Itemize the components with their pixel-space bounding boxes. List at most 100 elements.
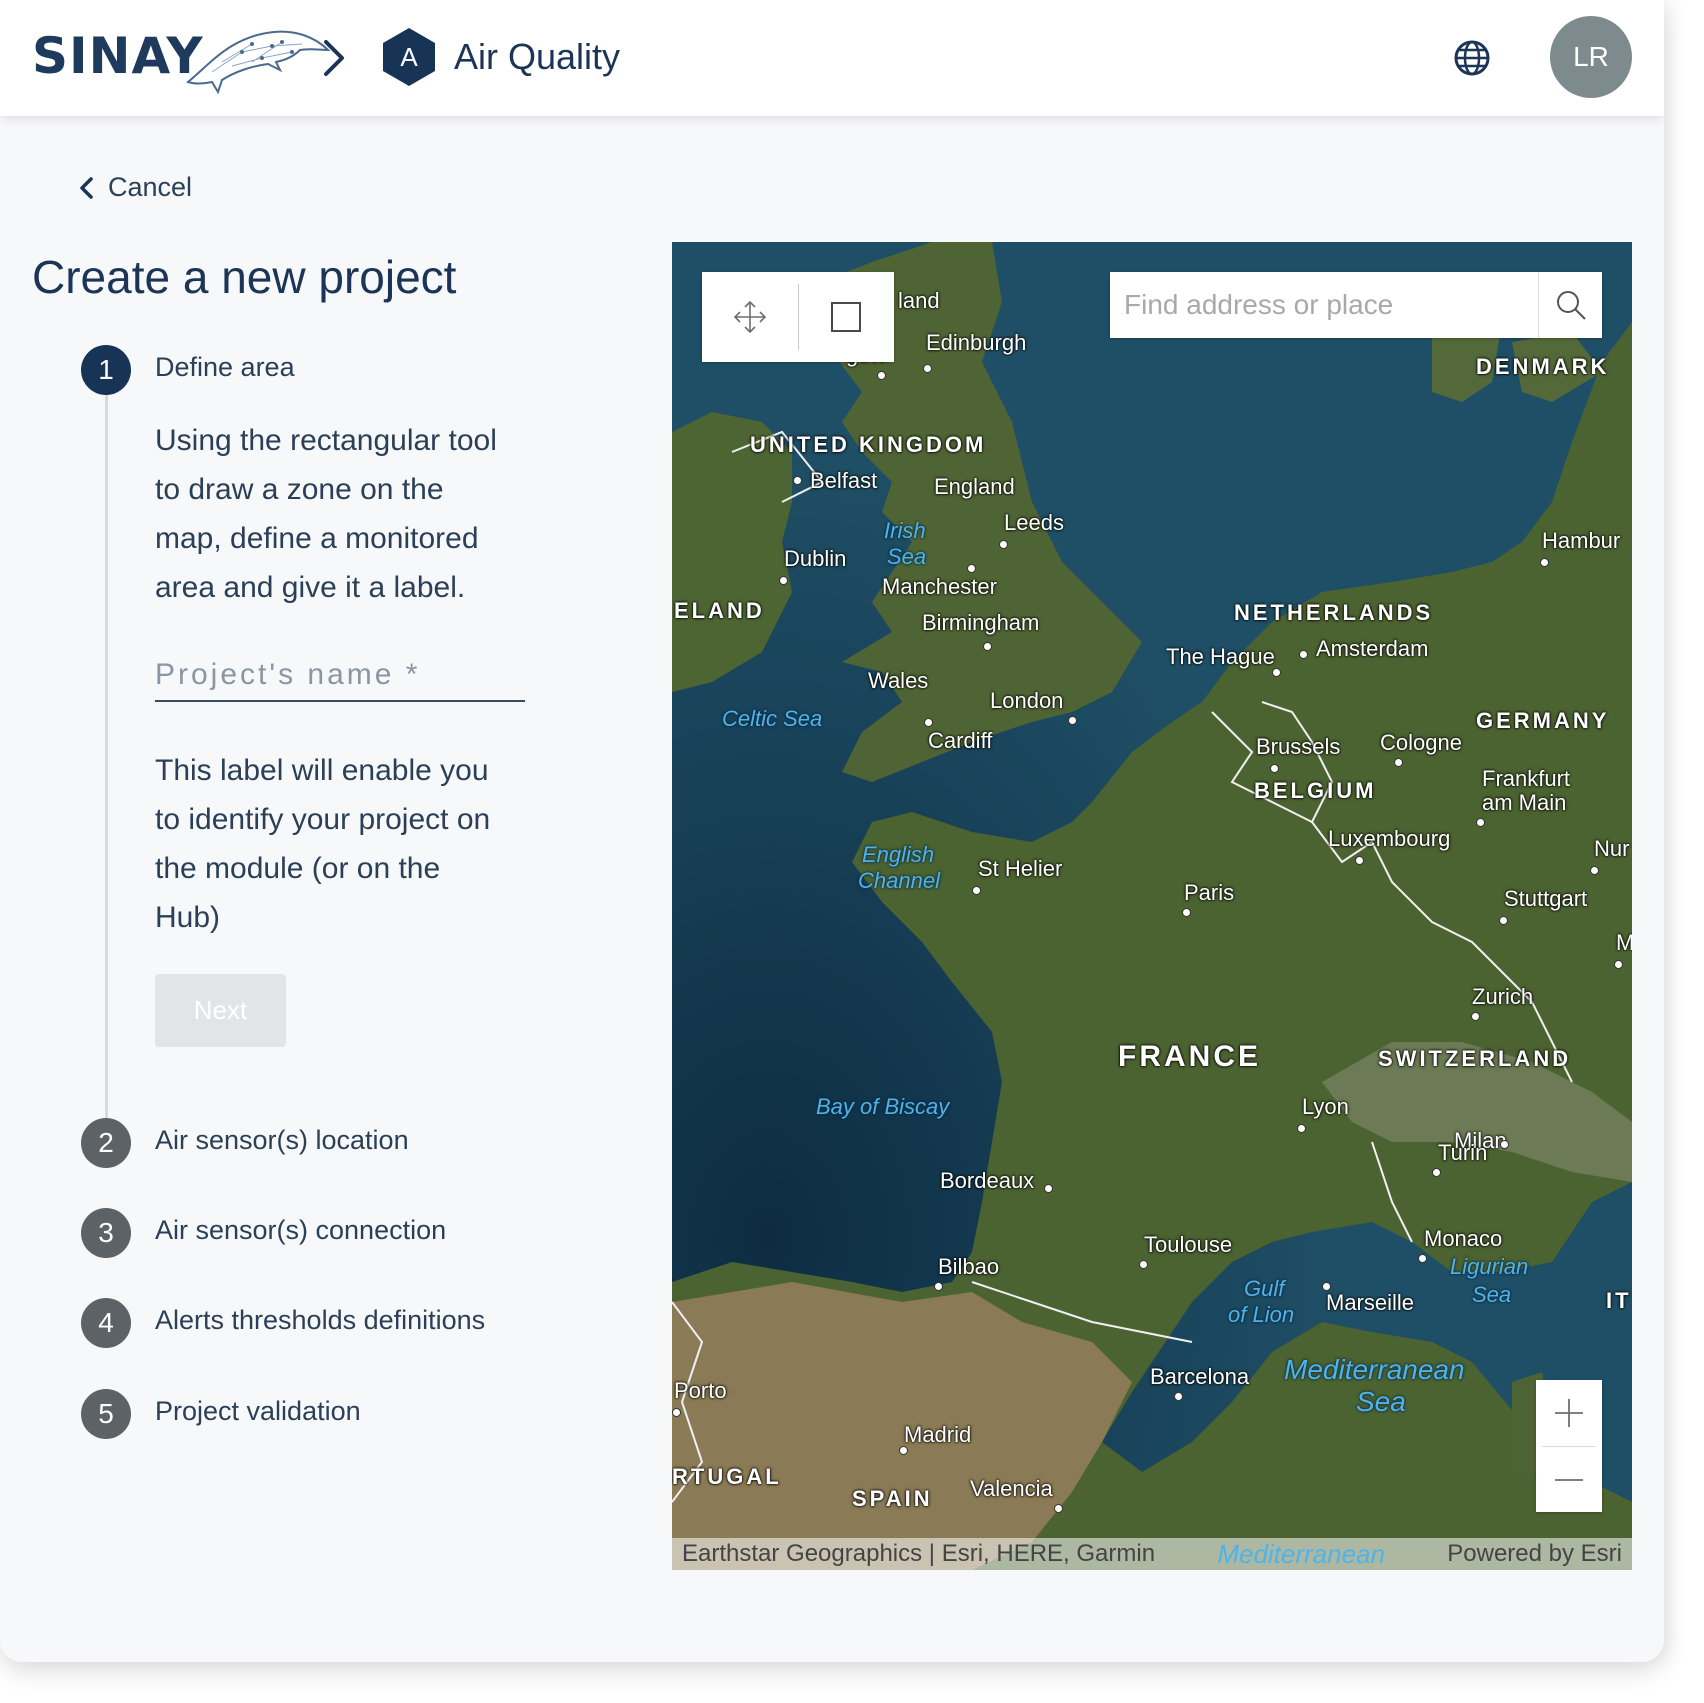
powered-by-link[interactable]: Powered by Esri <box>1447 1540 1622 1568</box>
cancel-link[interactable]: Cancel <box>78 172 192 203</box>
map-label: Lyon <box>1302 1094 1349 1119</box>
map-label: Sea <box>1472 1282 1512 1307</box>
draw-toolbar <box>702 272 894 362</box>
map-label: Paris <box>1184 880 1235 905</box>
help-line: This label will enable you <box>155 754 489 787</box>
city-dot <box>793 476 802 485</box>
map-label: am Main <box>1482 790 1567 815</box>
city-dot <box>877 371 886 380</box>
pan-icon <box>733 300 766 334</box>
map-label: RTUGAL <box>672 1464 782 1489</box>
next-button[interactable]: Next <box>155 974 286 1047</box>
city-dot <box>934 1282 943 1291</box>
city-dot <box>672 1408 681 1417</box>
module-badge-letter: A <box>400 42 418 72</box>
map-label: ELAND <box>674 598 765 623</box>
description-line: area and give it a label. <box>155 571 466 604</box>
map-label: Cologne <box>1380 730 1462 755</box>
map-label: Sea <box>1356 1386 1406 1417</box>
map-label: Valencia <box>970 1476 1053 1501</box>
description-line: map, define a monitored <box>155 522 479 555</box>
city-dot <box>1540 558 1549 567</box>
map-label: Nur <box>1594 836 1630 861</box>
city-dot <box>1054 1504 1063 1513</box>
step-5-number: 5 <box>81 1389 131 1439</box>
map-label: Bordeaux <box>940 1168 1035 1193</box>
city-dot <box>1270 764 1279 773</box>
dolphin-logo-icon <box>185 30 331 94</box>
stepper-line <box>105 390 108 1130</box>
map-label: St Helier <box>978 856 1063 881</box>
map-label: Ligurian <box>1450 1254 1529 1279</box>
map-label: SWITZERLAND <box>1378 1046 1572 1071</box>
map-label: Marseille <box>1326 1290 1415 1315</box>
help-line: Hub) <box>155 901 221 934</box>
map-label: Hambur <box>1542 528 1621 553</box>
map-attribution: Earthstar Geographics | Esri, HERE, Garm… <box>672 1538 1632 1570</box>
step-1-number: 1 <box>81 345 131 395</box>
search-icon <box>1556 291 1586 320</box>
map-label: BELGIUM <box>1254 778 1377 803</box>
map-label: Celtic Sea <box>722 706 823 731</box>
module-title[interactable]: Air Quality <box>454 36 620 78</box>
map-label: Porto <box>674 1378 727 1403</box>
map-label: Belfast <box>810 468 878 493</box>
city-dot <box>924 718 933 727</box>
project-name-input[interactable] <box>155 650 525 702</box>
city-dot <box>779 576 788 585</box>
map-label: Sea <box>887 544 927 569</box>
city-dot <box>1394 758 1403 767</box>
map-label: The Hague <box>1166 644 1275 669</box>
map-label: Luxembourg <box>1328 826 1451 851</box>
map-label: IT <box>1606 1288 1632 1313</box>
cancel-label: Cancel <box>108 172 193 202</box>
minus-icon <box>1555 1479 1583 1481</box>
city-dot <box>972 886 981 895</box>
breadcrumb-chevron-icon <box>324 40 344 76</box>
step-3-number: 3 <box>81 1208 131 1258</box>
sinay-logo[interactable]: SINAY <box>32 18 331 94</box>
map-label: Brussels <box>1256 734 1341 759</box>
map-label: Bay of Biscay <box>816 1094 950 1119</box>
plus-icon <box>1555 1399 1583 1427</box>
zoom-controls <box>1536 1380 1602 1512</box>
rectangle-tool-button[interactable] <box>799 272 895 362</box>
city-dot <box>967 564 976 573</box>
map-label: Toulouse <box>1144 1232 1233 1257</box>
map-view[interactable]: land gow Edinburgh DENMARK UNITED KINGDO… <box>672 242 1632 1570</box>
city-dot <box>1272 668 1281 677</box>
zoom-in-button[interactable] <box>1536 1380 1602 1446</box>
map-label: Madrid <box>904 1422 972 1447</box>
map-label: NETHERLANDS <box>1234 600 1434 625</box>
city-dot <box>1139 1260 1148 1269</box>
name-help-text: This label will enable you to identify y… <box>155 746 535 942</box>
module-badge: A <box>378 26 440 88</box>
globe-icon[interactable] <box>1452 38 1492 78</box>
map-label: M <box>1616 930 1632 955</box>
map-label: Mediterranean <box>1284 1354 1465 1385</box>
map-label: UNITED KINGDOM <box>750 432 987 457</box>
city-dot <box>1471 1012 1480 1021</box>
map-label: DENMARK <box>1476 354 1610 379</box>
map-label: Turin <box>1438 1140 1488 1165</box>
map-label: Wales <box>868 668 929 693</box>
map-label: Zurich <box>1472 984 1534 1009</box>
step-3-label: Air sensor(s) connection <box>155 1215 447 1245</box>
city-dot <box>1500 1140 1509 1149</box>
map-search <box>1110 272 1602 338</box>
user-avatar[interactable]: LR <box>1550 16 1632 98</box>
city-dot <box>1590 866 1599 875</box>
attribution-sea-label: Mediterranean <box>1217 1538 1385 1569</box>
city-dot <box>1044 1184 1053 1193</box>
map-label: English <box>862 842 935 867</box>
zoom-out-button[interactable] <box>1536 1447 1602 1513</box>
map-label: Edinburgh <box>926 330 1027 355</box>
pan-tool-button[interactable] <box>702 272 798 362</box>
map-search-button[interactable] <box>1538 272 1602 338</box>
step-description: Using the rectangular tool to draw a zon… <box>155 416 535 612</box>
help-line: the module (or on the <box>155 852 441 885</box>
map-label: Channel <box>858 868 940 893</box>
map-label: London <box>990 688 1064 713</box>
rectangle-icon <box>831 302 862 332</box>
map-search-input[interactable] <box>1110 272 1538 338</box>
